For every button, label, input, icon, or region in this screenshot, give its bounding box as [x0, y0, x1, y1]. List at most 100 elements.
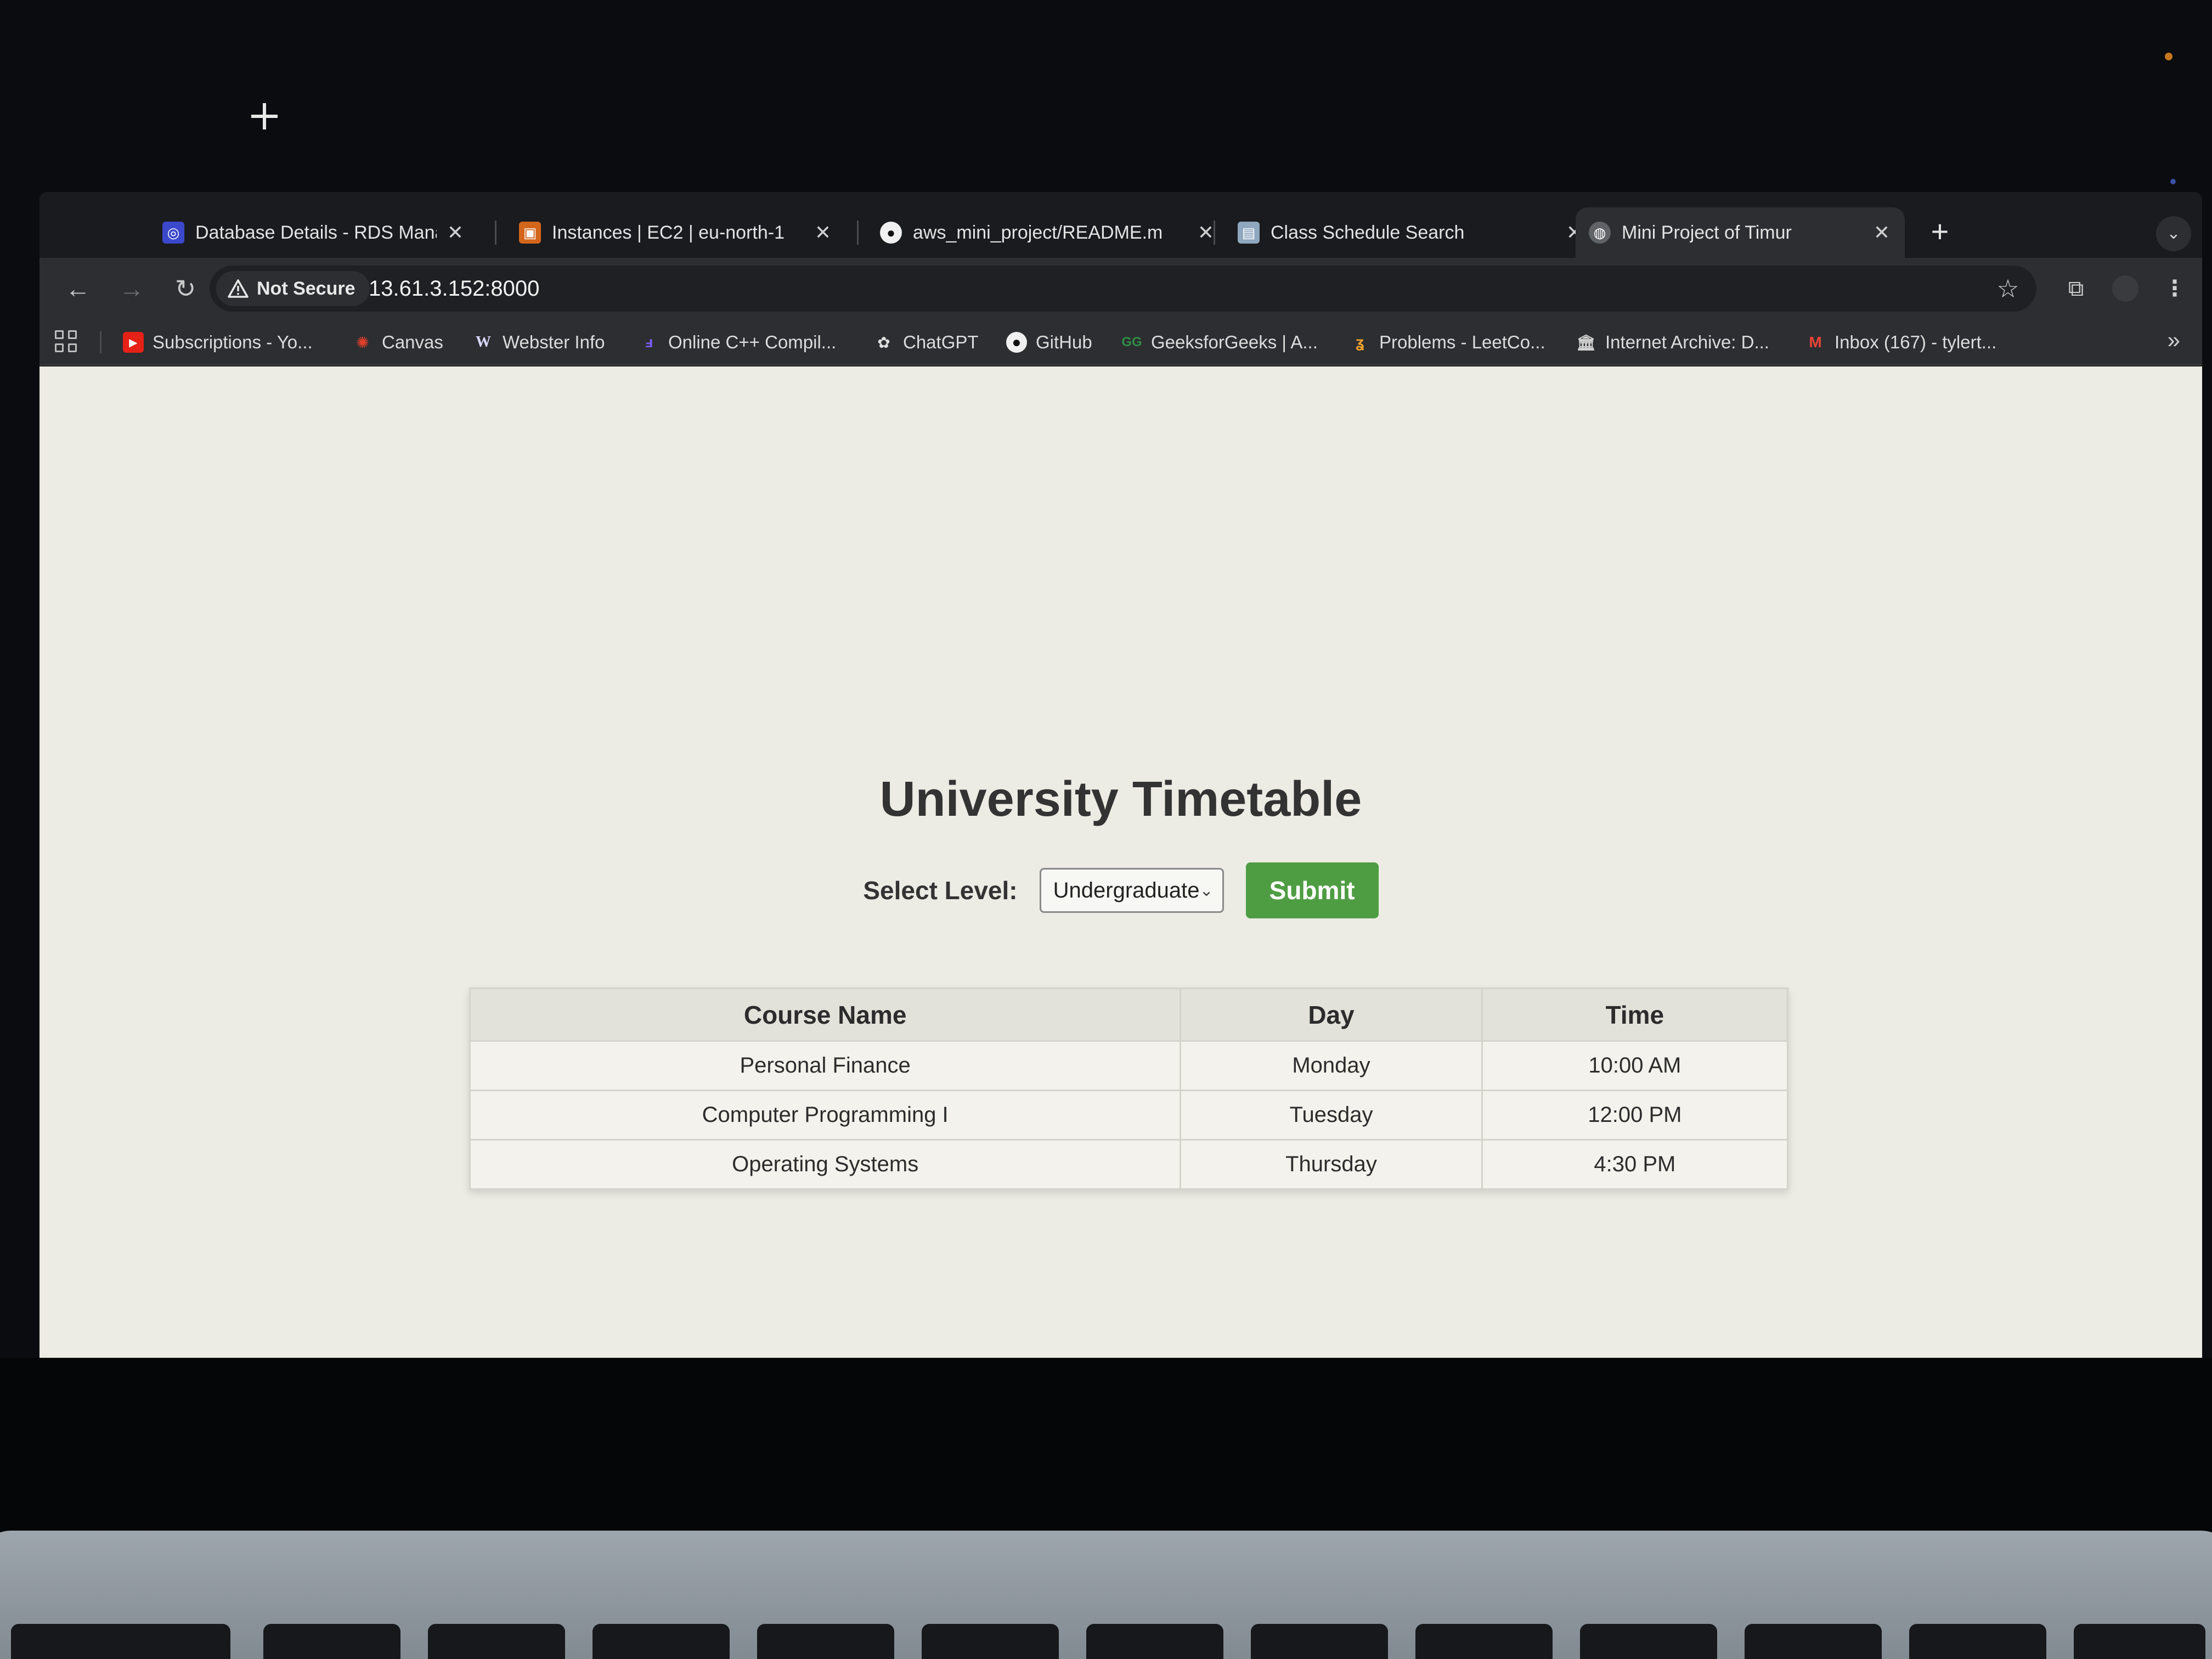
bookmark-youtube[interactable]: ▶ Subscriptions - Yo... [123, 326, 313, 359]
youtube-icon: ▶ [123, 332, 144, 353]
day-cell: Monday [1180, 1040, 1483, 1091]
bookmark-chatgpt[interactable]: ✿ ChatGPT [873, 326, 979, 359]
address-bar[interactable]: Not Secure 13.61.3.152:8000 ☆ [210, 266, 2036, 312]
bookmark-cpp-compiler[interactable]: ⅎ Online C++ Compil... [639, 326, 836, 359]
tab-divider [495, 221, 496, 245]
schedule-icon: ▤ [1238, 222, 1260, 244]
keyboard-key [1415, 1624, 1553, 1659]
compiler-icon: ⅎ [645, 334, 653, 351]
bookmark-label: Subscriptions - Yo... [153, 332, 313, 352]
submit-button[interactable]: Submit [1245, 862, 1379, 918]
tab-github-readme[interactable]: ● aws_mini_project/README.m ✕ [867, 207, 1229, 258]
kebab-menu-icon[interactable]: ⋮ [2158, 272, 2191, 305]
new-tab-button[interactable]: + [1922, 214, 1957, 249]
apps-grid-icon[interactable] [54, 329, 80, 356]
keyboard-key [263, 1624, 400, 1659]
tab-title: Database Details - RDS Mana [195, 222, 437, 243]
time-cell: 12:00 PM [1481, 1090, 1789, 1141]
timetable-table: Course Name Day Time Personal Finance Mo… [469, 988, 1789, 1190]
bookmark-star-icon[interactable]: ☆ [1991, 272, 2024, 305]
reload-icon[interactable]: ↻ [169, 272, 202, 305]
bookmarks-overflow-icon[interactable]: » [2168, 327, 2180, 353]
crosshair-cursor-icon [251, 103, 278, 129]
canvas-icon: ✺ [356, 334, 369, 351]
tab-search-chevron-icon[interactable]: ⌄ [2156, 216, 2191, 251]
keyboard-key [757, 1624, 894, 1659]
course-name-cell: Personal Finance [469, 1040, 1182, 1091]
url-text[interactable]: 13.61.3.152:8000 [369, 266, 539, 312]
profile-avatar-button[interactable] [2109, 272, 2142, 305]
level-select-value: Undergraduate [1053, 878, 1200, 902]
keyboard-key [1086, 1624, 1223, 1659]
page-viewport: University Timetable Select Level: Under… [40, 366, 2202, 1358]
keyboard-key [11, 1624, 230, 1659]
column-header-time: Time [1481, 988, 1789, 1042]
bookmark-canvas[interactable]: ✺ Canvas [352, 326, 443, 359]
course-name-cell: Operating Systems [469, 1139, 1182, 1190]
day-cell: Thursday [1180, 1139, 1483, 1190]
tab-mini-project[interactable]: ◍ Mini Project of Timur ✕ [1576, 207, 1905, 258]
tab-rds[interactable]: ◎ Database Details - RDS Mana ✕ [149, 207, 478, 258]
globe-icon: ◍ [1589, 222, 1611, 244]
bookmark-label: GeeksforGeeks | A... [1151, 332, 1318, 352]
laptop-bezel [0, 1358, 2212, 1533]
bookmark-gmail[interactable]: M Inbox (167) - tylert... [1805, 326, 1996, 359]
bookmark-label: Inbox (167) - tylert... [1835, 332, 1997, 352]
tab-ec2[interactable]: ▣ Instances | EC2 | eu-north-1 ✕ [506, 207, 846, 258]
leetcode-icon: ʓ [1356, 334, 1364, 351]
page-title: University Timetable [879, 772, 1362, 827]
tab-class-schedule[interactable]: ▤ Class Schedule Search ✕ [1224, 207, 1598, 258]
back-arrow-icon[interactable]: ← [61, 272, 94, 305]
tab-divider [1214, 221, 1215, 245]
bookmark-label: ChatGPT [903, 332, 979, 352]
bookmark-geeksforgeeks[interactable]: GG GeeksforGeeks | A... [1121, 326, 1318, 359]
bookmark-label: Webster Info [503, 332, 605, 352]
indicator-light-icon [2170, 179, 2176, 184]
chevron-down-icon: ⌄ [1199, 881, 1214, 900]
level-select[interactable]: Undergraduate ⌄ [1039, 868, 1224, 913]
tab-strip: ◎ Database Details - RDS Mana ✕ ▣ Instan… [40, 192, 2202, 262]
keyboard-key [1909, 1624, 2046, 1659]
security-indicator[interactable]: Not Secure [216, 271, 370, 306]
bookmark-label: Online C++ Compil... [668, 332, 837, 352]
github-icon: ● [1006, 332, 1027, 353]
keyboard-key [1745, 1624, 1882, 1659]
webster-icon: W [476, 334, 491, 351]
bookmark-webster[interactable]: W Webster Info [473, 326, 605, 359]
bookmark-leetcode[interactable]: ʓ Problems - LeetCo... [1350, 326, 1545, 359]
keyboard-key [592, 1624, 730, 1659]
bookmark-label: Internet Archive: D... [1605, 332, 1769, 352]
browser-toolbar: ← → ↻ Not Secure 13.61.3.152:8000 ☆ ⧉ ⋮ [40, 258, 2202, 319]
extensions-puzzle-icon[interactable]: ⧉ [2059, 272, 2092, 305]
keyboard-key [1580, 1624, 1717, 1659]
indicator-light-icon [2165, 53, 2172, 60]
chatgpt-icon: ✿ [877, 334, 890, 351]
forward-arrow-icon[interactable]: → [115, 272, 148, 305]
bookmark-github[interactable]: ● GitHub [1006, 326, 1092, 359]
bookmarks-bar: ▶ Subscriptions - Yo... ✺ Canvas W Webst… [40, 319, 2202, 365]
column-header-course-name: Course Name [469, 988, 1182, 1042]
tab-divider [857, 221, 859, 245]
bookmark-label: Canvas [382, 332, 443, 352]
bookmarks-divider [100, 331, 101, 353]
gmail-icon: M [1809, 334, 1822, 351]
close-icon[interactable]: ✕ [1872, 221, 1892, 244]
table-row: Personal Finance Monday 10:00 AM [469, 1040, 1789, 1091]
day-cell: Tuesday [1180, 1090, 1483, 1141]
select-level-label: Select Level: [863, 876, 1018, 905]
close-icon[interactable]: ✕ [1196, 221, 1216, 244]
bookmark-internet-archive[interactable]: 🏛 Internet Archive: D... [1576, 326, 1769, 359]
browser-window: ◎ Database Details - RDS Mana ✕ ▣ Instan… [40, 192, 2202, 1358]
level-form: Select Level: Undergraduate ⌄ Submit [40, 860, 2202, 921]
tab-title: Class Schedule Search [1271, 222, 1465, 243]
time-cell: 10:00 AM [1481, 1040, 1789, 1091]
table-row: Computer Programming I Tuesday 12:00 PM [469, 1090, 1789, 1141]
close-icon[interactable]: ✕ [445, 221, 465, 244]
geeksforgeeks-icon: GG [1121, 335, 1142, 349]
tab-title: aws_mini_project/README.m [913, 222, 1163, 243]
tab-title: Mini Project of Timur [1622, 222, 1792, 243]
close-icon[interactable]: ✕ [813, 221, 833, 244]
ec2-icon: ▣ [519, 222, 541, 244]
avatar [2112, 275, 2138, 302]
keyboard-key [2074, 1624, 2205, 1659]
